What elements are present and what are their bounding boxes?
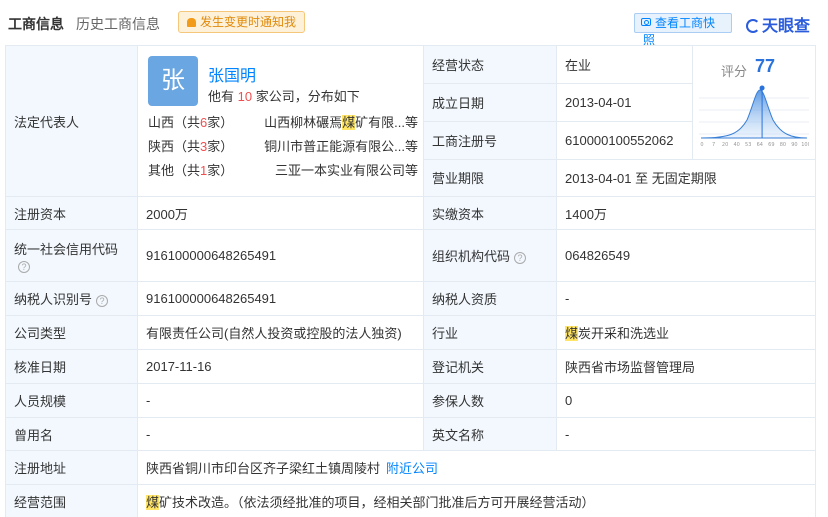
authority-value: 陕西省市场监督管理局 (556, 349, 816, 384)
tianyancha-logo: 天眼查 (746, 12, 810, 36)
established-value: 2013-04-01 (556, 82, 693, 122)
distribution-company[interactable]: 山西柳林碾焉煤矿有限...等 (264, 112, 418, 131)
distribution-row[interactable]: 陕西（共3家） 铜川市普正能源有限公...等 (148, 136, 418, 156)
distribution-province: 山西（共6家） (148, 115, 234, 130)
score-axis-tick: 40 (733, 142, 739, 148)
english-name-label: 英文名称 (423, 417, 557, 451)
org-code-label-cell: 组织机构代码? (423, 229, 557, 282)
paid-capital-label: 实缴资本 (423, 196, 557, 230)
keyword-highlight: 煤 (565, 326, 579, 341)
address-label: 注册地址 (5, 450, 138, 485)
taxpayer-id-label-cell: 纳税人识别号? (5, 281, 138, 316)
approval-date-label: 核准日期 (5, 349, 138, 384)
insured-label: 参保人数 (423, 383, 557, 418)
regno-label: 工商注册号 (423, 120, 557, 160)
credit-code-value: 916100000648265491 (137, 229, 424, 282)
industry-rest: 炭开采和洗选业 (578, 326, 670, 341)
notify-on-change-button[interactable]: 发生变更时通知我 (178, 11, 306, 33)
view-snapshot-button[interactable]: 查看工商快 (634, 13, 732, 33)
org-code-value: 064826549 (556, 229, 816, 282)
staff-label: 人员规模 (5, 383, 138, 418)
camera-icon (641, 18, 651, 26)
distribution-province: 其他（共1家） (148, 163, 234, 178)
snapshot-label: 查看工商快 (655, 16, 716, 30)
taxpayer-qual-value: - (556, 281, 816, 316)
credit-code-label-cell: 统一社会信用代码? (5, 229, 138, 282)
term-value: 2013-04-01 至 无固定期限 (556, 158, 816, 197)
bell-icon (187, 18, 196, 27)
avatar[interactable]: 张 (148, 56, 198, 106)
score-axis-tick: 20 (722, 142, 728, 148)
established-label: 成立日期 (423, 82, 557, 122)
score-axis-tick: 7 (712, 142, 715, 148)
help-icon[interactable]: ? (18, 260, 30, 273)
distribution-company[interactable]: 三亚一本实业有限公司等 (275, 160, 418, 179)
eye-logo-icon (746, 19, 760, 33)
header-bar: 工商信息 历史工商信息 发生变更时通知我 查看工商快 照 天眼查 (0, 0, 828, 47)
status-value: 在业 (556, 45, 693, 84)
company-type-value: 有限责任公司(自然人投资或控股的法人独资) (137, 315, 424, 350)
insured-value: 0 (556, 383, 816, 418)
distribution-row[interactable]: 其他（共1家） 三亚一本实业有限公司等 (148, 160, 418, 180)
authority-label: 登记机关 (423, 349, 557, 384)
distribution-province: 陕西（共3家） (148, 139, 234, 154)
score-label: 评分 (721, 63, 748, 79)
notify-label: 发生变更时通知我 (200, 15, 297, 29)
taxpayer-id-label: 纳税人识别号 (14, 292, 93, 307)
scope-value: 煤矿技术改造。（依法须经批准的项目，经相关部门批准后方可开展经营活动） (137, 484, 816, 517)
taxpayer-id-value: 916100000648265491 (137, 281, 424, 316)
score-axis-tick: 0 (700, 142, 703, 148)
help-icon[interactable]: ? (96, 295, 109, 307)
term-label: 营业期限 (423, 158, 557, 197)
taxpayer-qual-label: 纳税人资质 (423, 281, 557, 316)
summary-prefix: 他有 (208, 89, 238, 104)
legal-rep-summary: 他有 10 家公司，分布如下 (208, 86, 360, 105)
keyword-highlight: 煤 (146, 495, 160, 510)
legal-rep-label: 法定代表人 (5, 45, 138, 197)
former-name-label: 曾用名 (5, 417, 138, 451)
credit-code-label: 统一社会信用代码 (14, 241, 119, 257)
industry-value: 煤炭开采和洗选业 (556, 315, 816, 350)
staff-value: - (137, 383, 424, 418)
company-type-label: 公司类型 (5, 315, 138, 350)
scope-label: 经营范围 (5, 484, 138, 517)
score-axis-tick: 64 (757, 142, 763, 148)
status-label: 经营状态 (423, 45, 557, 84)
address-value-cell: 陕西省铜川市印台区齐子梁红土镇周陵村 附近公司 (137, 450, 816, 485)
former-name-value: - (137, 417, 424, 451)
company-count: 10 (237, 89, 253, 104)
tab-history-business-info[interactable]: 历史工商信息 (76, 14, 160, 34)
english-name-value: - (556, 417, 816, 451)
help-icon[interactable]: ? (514, 252, 527, 264)
score-distribution-chart: 0 7 20 40 53 64 69 80 90 100 (699, 85, 809, 148)
score-axis-tick: 80 (780, 142, 786, 148)
score-axis-tick: 90 (791, 142, 797, 148)
score-value: 77 (755, 55, 776, 76)
reg-capital-label: 注册资本 (5, 196, 138, 230)
org-code-label: 组织机构代码 (432, 249, 511, 264)
score-cell[interactable]: 评分 77 0 7 20 40 53 64 69 80 90 100 (692, 45, 816, 160)
score-axis-ticks: 0 7 20 40 53 64 69 80 90 100 (700, 142, 809, 148)
regno-value: 610000100552062 (556, 120, 693, 160)
legal-rep-cell: 张 张国明 他有 10 家公司，分布如下 山西（共6家） 山西柳林碾焉煤矿有限.… (137, 45, 424, 197)
summary-suffix: 家公司，分布如下 (252, 89, 360, 104)
industry-label: 行业 (423, 315, 557, 350)
reg-capital-value: 2000万 (137, 196, 424, 230)
tab-business-info[interactable]: 工商信息 (8, 14, 64, 34)
score-marker-dot (759, 85, 765, 91)
distribution-row[interactable]: 山西（共6家） 山西柳林碾焉煤矿有限...等 (148, 112, 418, 132)
legal-rep-name[interactable]: 张国明 (208, 62, 256, 86)
score-bell-curve (700, 89, 808, 139)
score-axis-tick: 100 (801, 142, 809, 148)
nearby-companies-link[interactable]: 附近公司 (386, 461, 438, 476)
distribution-company[interactable]: 铜川市普正能源有限公...等 (264, 136, 418, 155)
score-axis-tick: 69 (768, 142, 774, 148)
score-axis-tick: 53 (745, 142, 751, 148)
paid-capital-value: 1400万 (556, 196, 816, 230)
approval-date-value: 2017-11-16 (137, 349, 424, 384)
logo-text: 天眼查 (762, 18, 811, 35)
scope-rest: 矿技术改造。（依法须经批准的项目，经相关部门批准后方可开展经营活动） (159, 495, 595, 510)
address-value: 陕西省铜川市印台区齐子梁红土镇周陵村 (146, 461, 381, 476)
business-info-table: 法定代表人 张 张国明 他有 10 家公司，分布如下 山西（共6家） 山西柳林碾… (5, 45, 816, 517)
